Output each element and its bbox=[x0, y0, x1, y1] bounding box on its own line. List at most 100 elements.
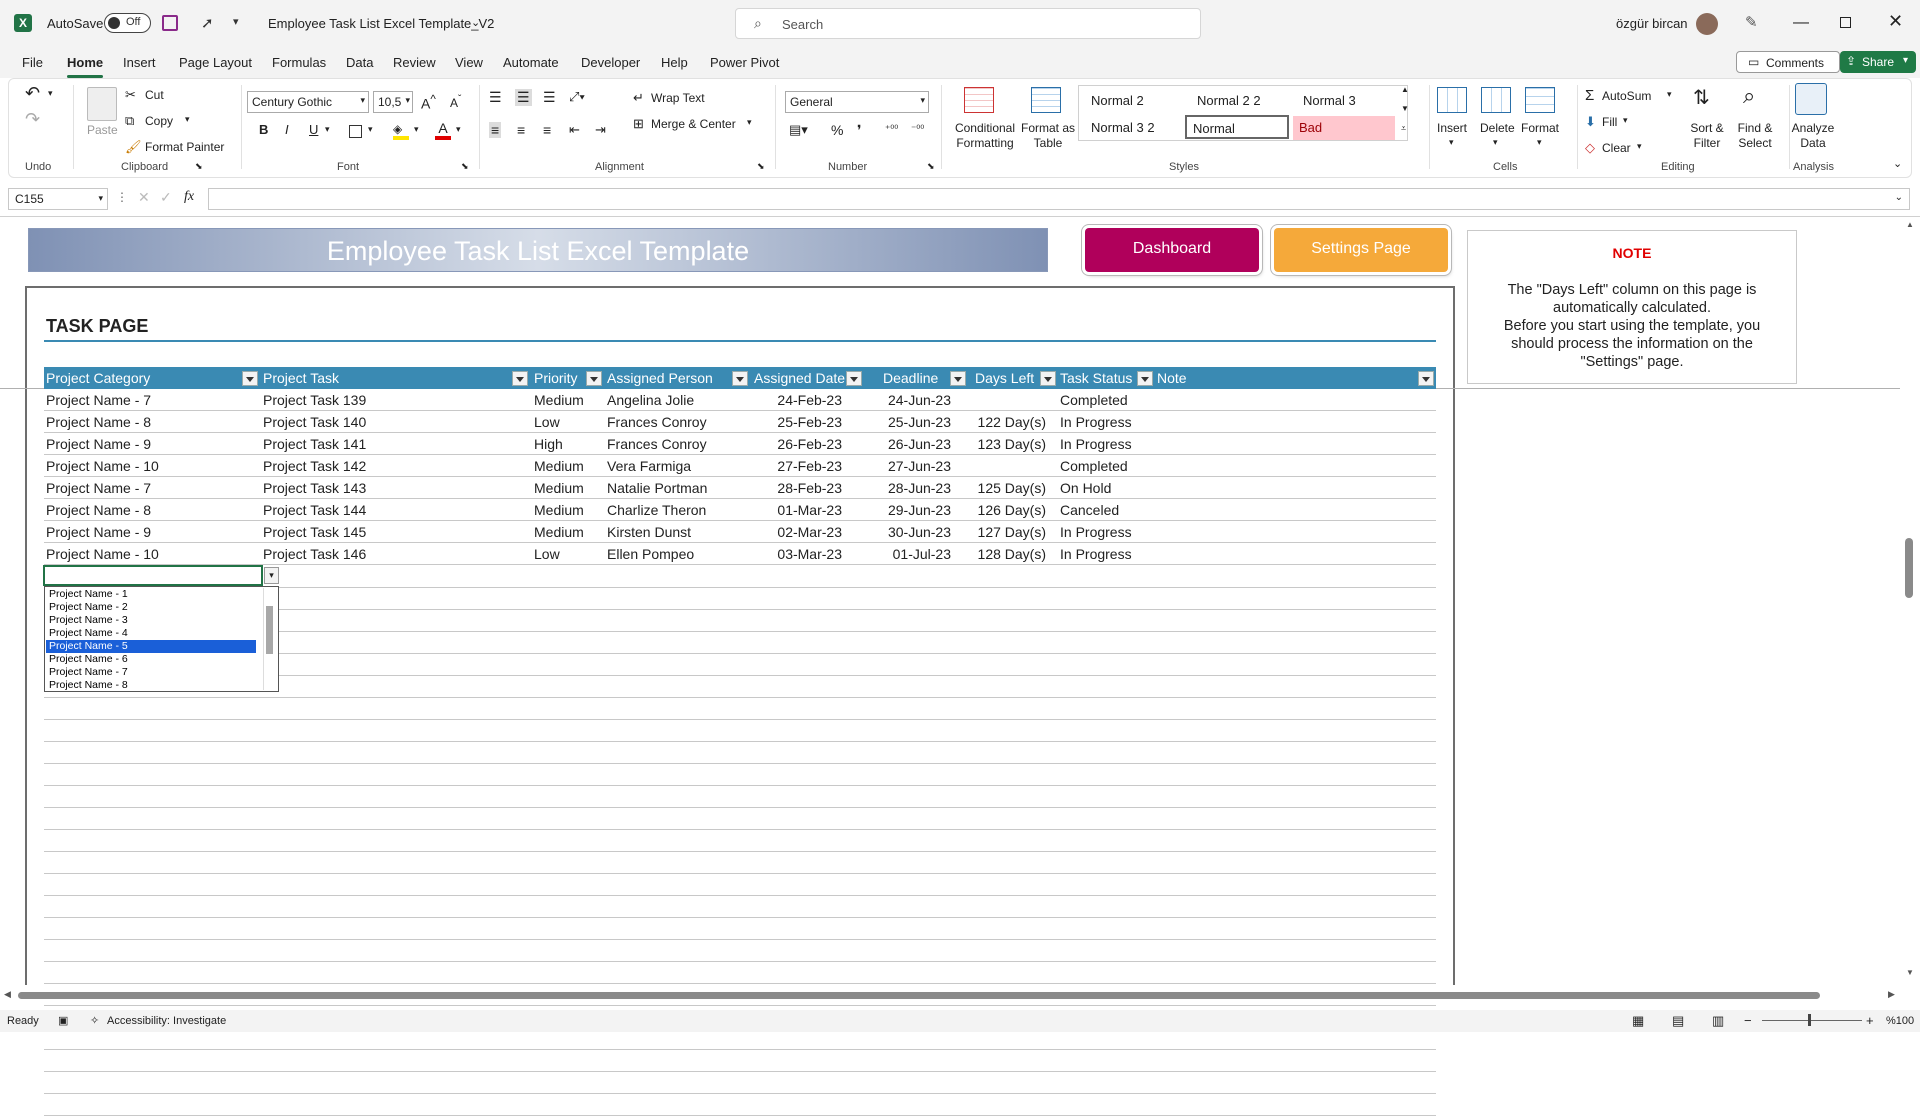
table-cell[interactable]: Project Task 141 bbox=[263, 436, 366, 452]
insert-function-icon[interactable]: fx bbox=[184, 189, 194, 205]
styles-scroll-down-icon[interactable]: ▼ bbox=[1401, 104, 1409, 113]
borders-icon[interactable] bbox=[349, 125, 362, 138]
dropdown-option[interactable]: Project Name - 5 bbox=[46, 640, 256, 653]
percent-icon[interactable]: % bbox=[831, 122, 843, 138]
tab-insert[interactable]: Insert bbox=[123, 55, 156, 70]
table-cell[interactable]: Project Name - 8 bbox=[46, 502, 151, 518]
copy-chevron-icon[interactable]: ▾ bbox=[185, 114, 190, 125]
scroll-up-icon[interactable]: ▲ bbox=[1906, 220, 1914, 229]
user-name[interactable]: özgür bircan bbox=[1616, 16, 1688, 31]
underline-chevron-icon[interactable]: ▾ bbox=[325, 124, 330, 135]
align-middle-icon[interactable]: ☰ bbox=[515, 89, 532, 106]
dropdown-option[interactable]: Project Name - 4 bbox=[46, 627, 256, 640]
share-button[interactable]: ⇪ Share ▾ bbox=[1840, 51, 1916, 73]
data-validation-dropdown-button[interactable]: ▾ bbox=[264, 567, 279, 584]
table-cell[interactable]: Medium bbox=[534, 480, 584, 496]
style-normal-2-2[interactable]: Normal 2 2 bbox=[1191, 89, 1291, 113]
increase-indent-icon[interactable]: ⇥ bbox=[595, 122, 606, 138]
table-cell[interactable]: Ellen Pompeo bbox=[607, 546, 694, 562]
align-left-icon[interactable]: ≡ bbox=[489, 122, 502, 138]
alignment-launcher-icon[interactable]: ⬊ bbox=[757, 161, 765, 172]
table-cell[interactable]: Project Task 143 bbox=[263, 480, 366, 496]
align-right-icon[interactable]: ≡ bbox=[543, 122, 551, 138]
table-cell[interactable]: Medium bbox=[534, 458, 584, 474]
filter-dropdown-icon[interactable] bbox=[242, 371, 258, 386]
tab-view[interactable]: View bbox=[455, 55, 483, 70]
style-normal[interactable]: Normal bbox=[1185, 115, 1289, 139]
table-cell[interactable]: 24-Feb-23 bbox=[777, 392, 842, 408]
align-top-icon[interactable]: ☰ bbox=[489, 89, 502, 106]
dropdown-scrollbar[interactable] bbox=[263, 588, 277, 690]
table-cell[interactable]: 128 Day(s) bbox=[978, 546, 1046, 562]
font-color-icon[interactable]: A bbox=[435, 120, 451, 140]
table-cell[interactable]: Natalie Portman bbox=[607, 480, 707, 496]
dropdown-option[interactable]: Project Name - 8 bbox=[46, 679, 256, 692]
vertical-scroll-thumb[interactable] bbox=[1905, 538, 1913, 598]
customize-qat-icon[interactable]: ▾ bbox=[233, 15, 239, 28]
decrease-decimal-icon[interactable]: ⁻⁰⁰ bbox=[911, 124, 924, 135]
wrap-text-icon[interactable]: ↵ bbox=[633, 90, 644, 106]
analyze-data-button[interactable]: Analyze Data bbox=[1791, 121, 1835, 151]
vertical-scrollbar[interactable]: ▲ ▼ bbox=[1900, 218, 1920, 982]
font-family-select[interactable]: Century Gothic ▾ bbox=[247, 91, 369, 113]
page-break-view-icon[interactable]: ▥ bbox=[1712, 1013, 1724, 1029]
table-cell[interactable]: Project Task 139 bbox=[263, 392, 366, 408]
align-bottom-icon[interactable]: ☰ bbox=[543, 89, 556, 106]
avatar[interactable] bbox=[1696, 13, 1718, 35]
filter-dropdown-icon[interactable] bbox=[846, 371, 862, 386]
zoom-out-icon[interactable]: − bbox=[1744, 1013, 1752, 1028]
paste-button[interactable]: Paste bbox=[87, 123, 118, 137]
number-launcher-icon[interactable]: ⬊ bbox=[927, 161, 935, 172]
table-row[interactable]: Project Name - 8 Project Task 140 Low Franc… bbox=[44, 411, 1436, 433]
table-row[interactable]: Project Name - 9 Project Task 145 Medium Ki… bbox=[44, 521, 1436, 543]
copy-icon[interactable]: ⧉ bbox=[125, 113, 134, 129]
italic-button[interactable]: I bbox=[285, 122, 289, 137]
filter-dropdown-icon[interactable] bbox=[732, 371, 748, 386]
table-cell[interactable]: High bbox=[534, 436, 563, 452]
autosum-chevron-icon[interactable]: ▾ bbox=[1667, 89, 1672, 100]
format-as-table-button[interactable]: Format as Table bbox=[1021, 121, 1075, 151]
table-cell[interactable]: 28-Feb-23 bbox=[777, 480, 842, 496]
table-cell[interactable]: 30-Jun-23 bbox=[888, 524, 951, 540]
table-cell[interactable]: Kirsten Dunst bbox=[607, 524, 691, 540]
tab-review[interactable]: Review bbox=[393, 55, 436, 70]
insert-cells-icon[interactable] bbox=[1437, 87, 1467, 113]
align-center-icon[interactable]: ≡ bbox=[517, 122, 525, 138]
close-icon[interactable]: ✕ bbox=[1888, 11, 1903, 32]
table-cell[interactable]: Project Name - 7 bbox=[46, 480, 151, 496]
decrease-indent-icon[interactable]: ⇤ bbox=[569, 122, 580, 138]
restore-icon[interactable] bbox=[1840, 17, 1851, 28]
table-cell[interactable]: Project Task 140 bbox=[263, 414, 366, 430]
dropdown-option[interactable]: Project Name - 3 bbox=[46, 614, 256, 627]
tab-help[interactable]: Help bbox=[661, 55, 688, 70]
table-cell[interactable]: Project Name - 10 bbox=[46, 458, 159, 474]
table-cell[interactable]: 28-Jun-23 bbox=[888, 480, 951, 496]
redo-icon[interactable]: ↷ bbox=[25, 109, 40, 130]
analyze-data-icon[interactable] bbox=[1795, 83, 1827, 115]
undo-icon[interactable]: ↶ bbox=[25, 83, 40, 104]
table-cell[interactable]: Medium bbox=[534, 524, 584, 540]
fill-color-icon[interactable]: ◈ bbox=[393, 122, 409, 140]
table-cell[interactable]: Project Task 144 bbox=[263, 502, 366, 518]
table-cell[interactable]: Low bbox=[534, 414, 560, 430]
table-row[interactable]: Project Name - 10 Project Task 142 Medium V… bbox=[44, 455, 1436, 477]
filter-dropdown-icon[interactable] bbox=[1418, 371, 1434, 386]
horizontal-scroll-thumb[interactable] bbox=[18, 992, 1820, 999]
table-cell[interactable]: Project Task 145 bbox=[263, 524, 366, 540]
pointer-mode-icon[interactable]: ➚ bbox=[201, 14, 214, 32]
table-cell[interactable]: Vera Farmiga bbox=[607, 458, 691, 474]
formula-input[interactable]: ⌄ bbox=[208, 188, 1910, 210]
macro-record-icon[interactable]: ▣ bbox=[58, 1014, 68, 1027]
sort-filter-icon[interactable]: ⇅ bbox=[1693, 85, 1710, 110]
styles-scroll-up-icon[interactable]: ▲ bbox=[1401, 85, 1409, 94]
table-cell[interactable]: 01-Jul-23 bbox=[893, 546, 951, 562]
table-cell[interactable]: 126 Day(s) bbox=[978, 502, 1046, 518]
autosum-button[interactable]: AutoSum bbox=[1602, 89, 1651, 103]
wrap-text-button[interactable]: Wrap Text bbox=[651, 91, 705, 105]
table-cell[interactable]: Project Name - 9 bbox=[46, 436, 151, 452]
table-cell[interactable]: Completed bbox=[1060, 458, 1128, 474]
table-cell[interactable]: Project Task 146 bbox=[263, 546, 366, 562]
merge-chevron-icon[interactable]: ▾ bbox=[747, 117, 752, 128]
bold-button[interactable]: B bbox=[259, 122, 268, 137]
delete-cells-icon[interactable] bbox=[1481, 87, 1511, 113]
